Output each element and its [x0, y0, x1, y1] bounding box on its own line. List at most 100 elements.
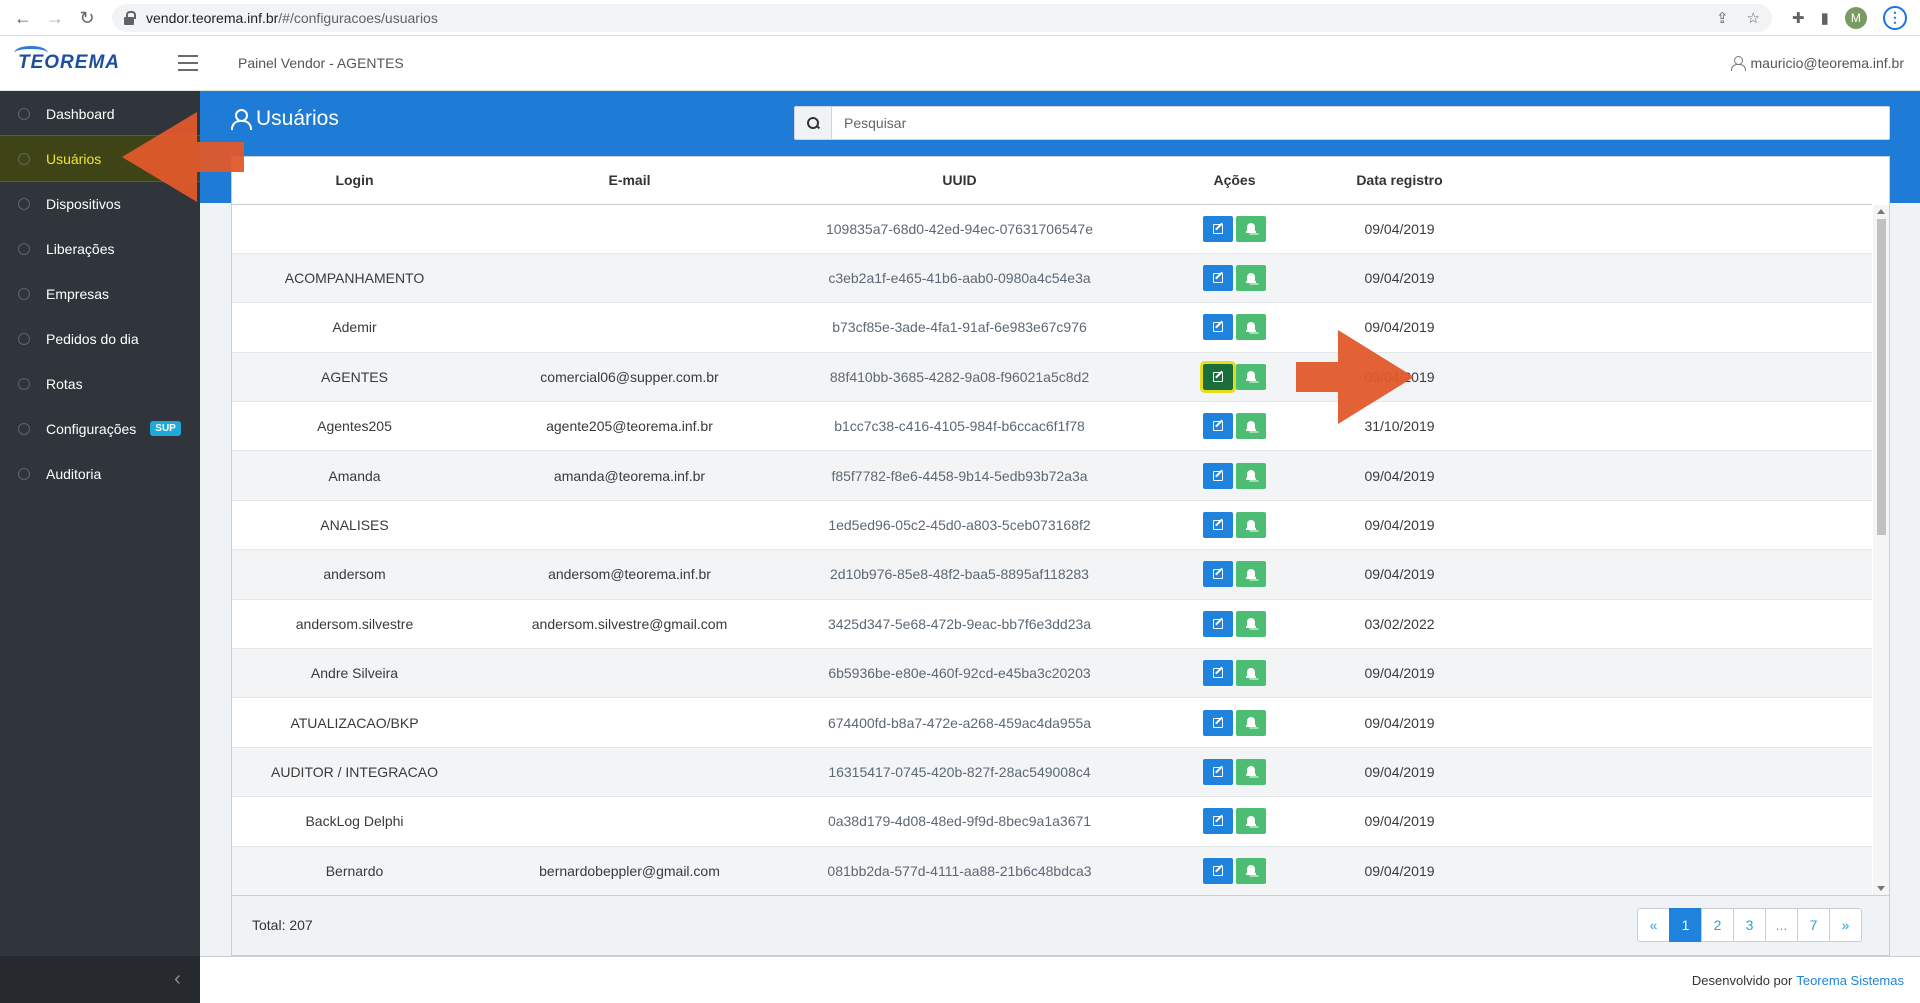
edit-user-button[interactable] — [1203, 561, 1233, 588]
cell-uuid: 6b5936be-e80e-460f-92cd-e45ba3c20203 — [782, 648, 1137, 699]
back-icon[interactable]: ← — [14, 9, 32, 27]
sup-badge: SUP — [150, 421, 181, 436]
sidebar-item-empresas[interactable]: Empresas — [0, 271, 200, 316]
notify-user-button[interactable] — [1236, 512, 1266, 539]
notify-user-button[interactable] — [1236, 808, 1266, 835]
profile-avatar[interactable]: M — [1844, 6, 1867, 29]
row-actions — [1203, 314, 1266, 341]
extensions-puzzle-icon[interactable]: ✚ — [1792, 9, 1805, 27]
previous-page-button[interactable]: « — [1637, 908, 1670, 942]
notify-user-button[interactable] — [1236, 265, 1266, 292]
notify-user-button[interactable] — [1236, 413, 1266, 440]
page-1-button[interactable]: 1 — [1669, 908, 1702, 942]
edit-user-button[interactable] — [1203, 808, 1233, 835]
scroll-up-arrow-icon[interactable] — [1877, 209, 1885, 214]
search-input[interactable] — [832, 107, 1889, 139]
cell-spacer — [1467, 450, 1872, 501]
notify-user-button[interactable] — [1236, 314, 1266, 341]
chevron-left-icon[interactable]: ‹ — [174, 968, 181, 991]
cell-uuid: 88f410bb-3685-4282-9a08-f96021a5c8d2 — [782, 352, 1137, 403]
notify-user-button[interactable] — [1236, 561, 1266, 588]
sidebar-item-pedidos-do-dia[interactable]: Pedidos do dia — [0, 316, 200, 361]
notify-user-button[interactable] — [1236, 462, 1266, 489]
sidebar-item-dispositivos[interactable]: Dispositivos — [0, 181, 200, 226]
forward-icon[interactable]: → — [46, 9, 64, 27]
edit-user-button[interactable] — [1203, 265, 1233, 292]
column-header-email[interactable]: E-mail — [477, 157, 782, 205]
credit-text: Desenvolvido por — [1691, 972, 1793, 988]
edit-user-button[interactable] — [1200, 360, 1236, 393]
side-panel-icon[interactable]: ▮ — [1821, 9, 1829, 27]
cell-email — [477, 204, 782, 254]
hamburger-menu-icon[interactable] — [178, 55, 198, 71]
url-text[interactable]: vendor.teorema.inf.br/#/configuracoes/us… — [146, 10, 1716, 26]
sidebar-item-usuarios[interactable]: Usuários — [0, 135, 201, 182]
cell-login: AUDITOR / INTEGRACAO — [232, 747, 477, 798]
page-2-button[interactable]: 2 — [1701, 908, 1734, 942]
next-page-button[interactable]: » — [1829, 908, 1862, 942]
edit-user-button[interactable] — [1203, 413, 1233, 440]
page-ellipsis: ... — [1765, 908, 1798, 942]
sidebar-item-label: Pedidos do dia — [46, 330, 139, 347]
sidebar-minimizer[interactable]: ‹ — [0, 956, 200, 1003]
sidebar-item-rotas[interactable]: Rotas — [0, 361, 200, 406]
credit-link[interactable]: Teorema Sistemas — [1796, 973, 1904, 988]
cell-data-registro: 09/04/2019 — [1332, 500, 1467, 551]
notify-user-button[interactable] — [1236, 660, 1266, 687]
sidebar-item-dashboard[interactable]: Dashboard — [0, 91, 200, 136]
table-scrollbar[interactable] — [1873, 205, 1889, 895]
address-bar[interactable]: vendor.teorema.inf.br/#/configuracoes/us… — [112, 3, 1772, 32]
notify-user-button[interactable] — [1236, 215, 1266, 242]
edit-user-button[interactable] — [1203, 462, 1233, 489]
notify-user-button[interactable] — [1236, 610, 1266, 637]
user-menu[interactable]: mauricio@teorema.inf.br — [1730, 55, 1920, 71]
edit-user-button[interactable] — [1203, 758, 1233, 785]
bell-icon — [1246, 568, 1256, 580]
cell-uuid: 3425d347-5e68-472b-9eac-bb7f6e3dd23a — [782, 599, 1137, 650]
reload-icon[interactable]: ↻ — [78, 9, 96, 27]
search-button[interactable] — [795, 107, 832, 139]
browser-menu-icon[interactable]: ⋮ — [1882, 5, 1907, 30]
edit-icon — [1213, 520, 1223, 531]
bell-icon — [1246, 223, 1256, 234]
cell-spacer — [1467, 204, 1872, 254]
column-header-login[interactable]: Login — [232, 157, 477, 205]
edit-user-button[interactable] — [1203, 610, 1233, 637]
sidebar-item-label: Auditoria — [46, 465, 102, 482]
edit-user-button[interactable] — [1203, 512, 1233, 539]
cell-data-registro: 09/04/2019 — [1332, 747, 1467, 798]
cell-data-registro: 09/04/2019 — [1332, 302, 1467, 353]
edit-user-button[interactable] — [1203, 660, 1233, 687]
edit-user-button[interactable] — [1203, 215, 1233, 242]
cell-email — [477, 253, 782, 304]
notify-user-button[interactable] — [1236, 363, 1266, 390]
cell-login: andersom.silvestre — [232, 599, 477, 650]
sidebar-item-label: Empresas — [46, 285, 110, 302]
notify-user-button[interactable] — [1236, 758, 1266, 785]
sidebar-item-liberacoes[interactable]: Liberações — [0, 226, 200, 271]
bookmark-star-icon[interactable]: ☆ — [1747, 9, 1760, 27]
user-icon — [1730, 56, 1746, 71]
table-row: BackLog Delphi 0a38d179-4d08-48ed-9f9d-8b… — [232, 796, 1872, 847]
teorema-logo[interactable]: TEOREMA — [0, 46, 200, 74]
edit-user-button[interactable] — [1203, 314, 1233, 341]
bell-icon — [1246, 865, 1256, 876]
sidebar-item-configuracoes[interactable]: Configurações SUP — [0, 406, 200, 451]
column-header-uuid[interactable]: UUID — [782, 157, 1137, 205]
page-footer: Desenvolvido por Teorema Sistemas — [200, 956, 1920, 1003]
cell-data-registro: 09/04/2019 — [1332, 697, 1467, 748]
lock-icon[interactable] — [124, 10, 136, 25]
share-icon[interactable]: ⇪ — [1716, 9, 1729, 27]
column-header-data-registro[interactable]: Data registro — [1332, 157, 1467, 205]
cell-data-registro: 03/02/2022 — [1332, 599, 1467, 650]
scroll-down-arrow-icon[interactable] — [1877, 886, 1885, 891]
scrollbar-thumb[interactable] — [1877, 219, 1886, 535]
edit-user-button[interactable] — [1203, 857, 1233, 884]
notify-user-button[interactable] — [1236, 709, 1266, 736]
notify-user-button[interactable] — [1236, 857, 1266, 884]
page-7-button[interactable]: 7 — [1797, 908, 1830, 942]
page-3-button[interactable]: 3 — [1733, 908, 1766, 942]
sidebar-item-auditoria[interactable]: Auditoria — [0, 451, 200, 496]
cell-spacer — [1467, 796, 1872, 847]
edit-user-button[interactable] — [1203, 709, 1233, 736]
